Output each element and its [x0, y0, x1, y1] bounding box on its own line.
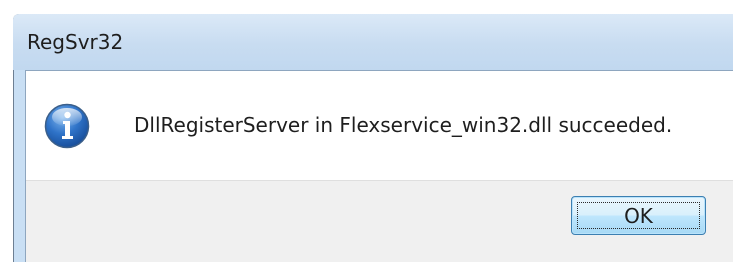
regsvr32-dialog: RegSvr32 DllRegisterServer in Flexservic [0, 0, 733, 262]
information-icon [44, 103, 90, 149]
window-title: RegSvr32 [27, 30, 124, 54]
ok-button-label: OK [624, 203, 653, 228]
ok-button[interactable]: OK [571, 196, 706, 235]
dialog-message: DllRegisterServer in Flexservice_win32.d… [134, 113, 673, 137]
